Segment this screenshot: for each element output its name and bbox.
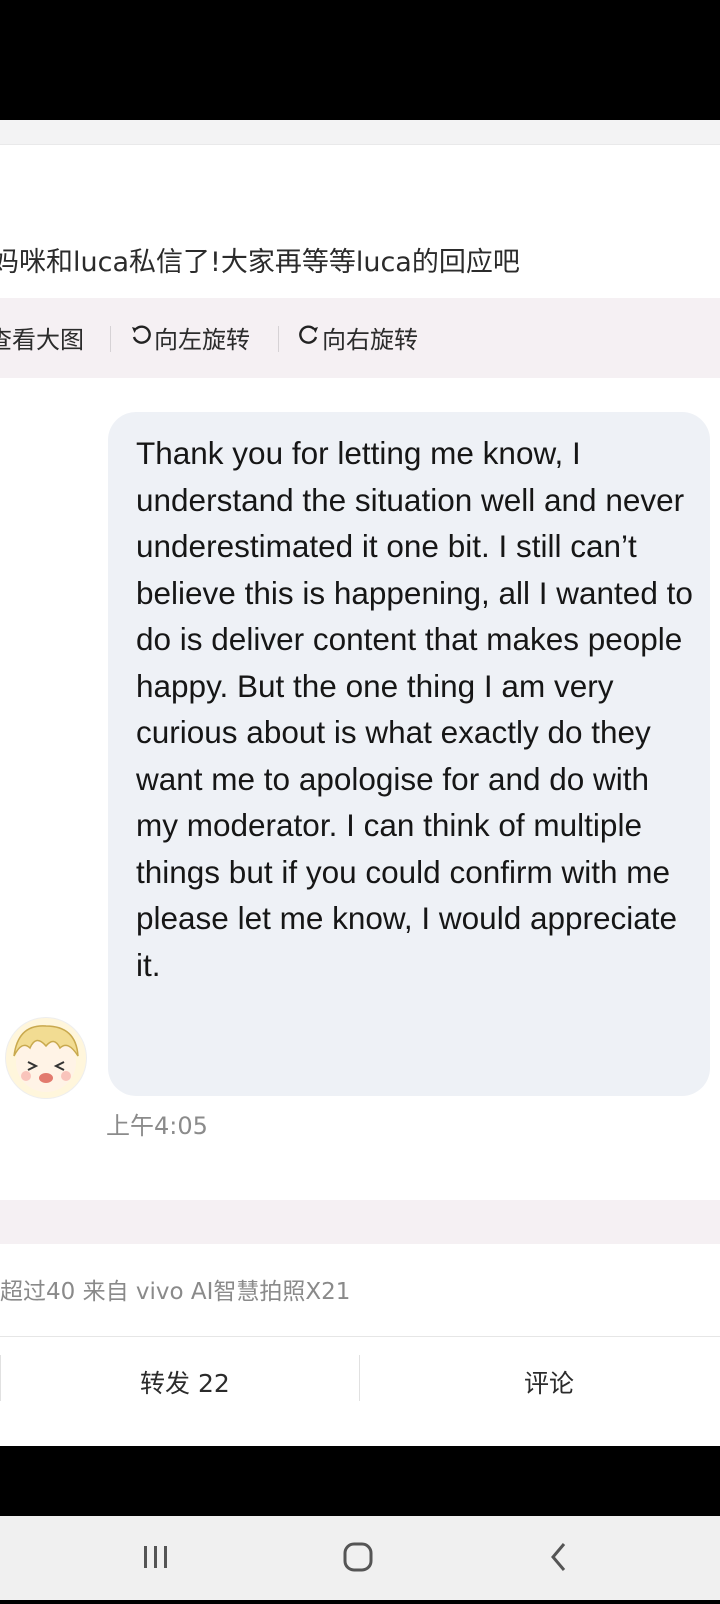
system-nav-bar	[0, 1516, 720, 1600]
home-button[interactable]	[313, 1516, 403, 1600]
card-top-edge	[0, 120, 720, 145]
back-icon	[551, 1543, 566, 1571]
comment-button[interactable]: 评论	[524, 1364, 574, 1400]
recents-button[interactable]	[110, 1516, 200, 1600]
post-source: 超过40 来自 vivo AI智慧拍照X21	[0, 1279, 351, 1305]
home-icon	[343, 1542, 373, 1572]
image-toolbar: 查看大图 向左旋转 向右旋转	[0, 298, 720, 378]
rotate-right-icon	[298, 323, 320, 352]
recents-icon	[144, 1546, 167, 1568]
attached-image[interactable]: Thank you for letting me know, I underst…	[0, 378, 720, 1200]
action-separator	[359, 1355, 360, 1401]
message-time: 上午4:05	[106, 1112, 208, 1140]
action-bar: 转发 22 评论	[0, 1337, 720, 1422]
rotate-left-button[interactable]: 向左旋转	[130, 320, 250, 355]
message-text: Thank you for letting me know, I underst…	[136, 435, 693, 983]
rotate-right-button[interactable]: 向右旋转	[298, 320, 418, 355]
view-large-label: 查看大图	[0, 326, 84, 354]
rotate-right-label: 向右旋转	[322, 326, 418, 354]
section-divider-band	[0, 1200, 720, 1244]
message-bubble: Thank you for letting me know, I underst…	[108, 412, 710, 1096]
top-black-bar	[0, 0, 720, 120]
toolbar-separator	[110, 326, 111, 352]
toolbar-separator	[278, 326, 279, 352]
action-separator	[0, 1355, 1, 1401]
back-button[interactable]	[515, 1516, 605, 1600]
rotate-left-icon	[130, 323, 152, 352]
bottom-black-bar	[0, 1446, 720, 1516]
avatar	[6, 1018, 86, 1098]
post-card: 妈咪和luca私信了!大家再等等luca的回应吧 查看大图 向左旋转 向右旋转 …	[0, 120, 720, 1446]
rotate-left-label: 向左旋转	[154, 326, 250, 354]
repost-button[interactable]: 转发 22	[140, 1364, 230, 1400]
post-text: 妈咪和luca私信了!大家再等等luca的回应吧	[0, 247, 520, 278]
view-large-image-button[interactable]: 查看大图	[0, 320, 84, 355]
